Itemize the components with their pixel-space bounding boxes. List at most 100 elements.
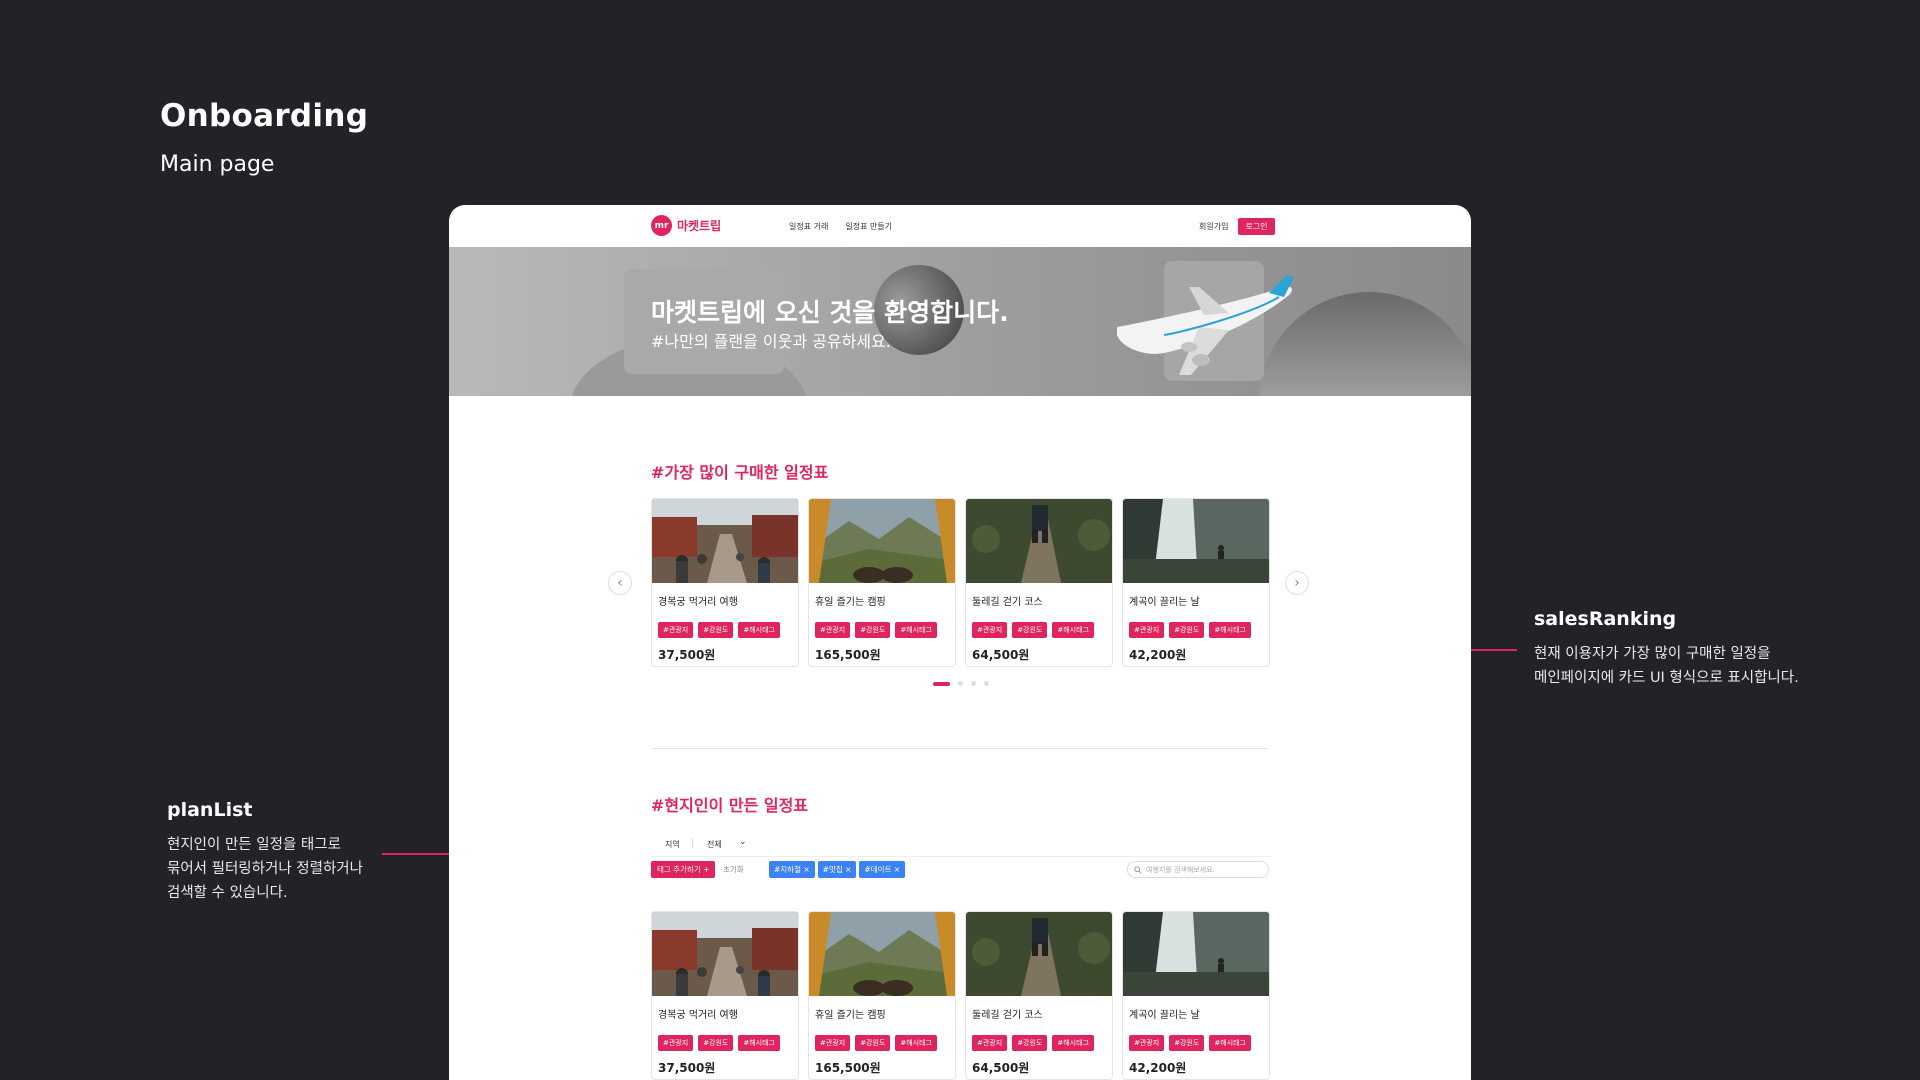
annotation-title: planList <box>167 799 253 821</box>
carousel-next-button[interactable]: › <box>1285 571 1309 595</box>
trail-photo <box>966 912 1112 996</box>
tag-badge[interactable]: #강원도 <box>698 1035 734 1051</box>
tag-badge[interactable]: #해시태그 <box>738 622 781 638</box>
tag-list: #관광지 #강원도 #해시태그 <box>658 1035 798 1051</box>
add-tag-button[interactable]: 태그 추가하기 + <box>651 861 716 878</box>
hero-title: 마켓트립에 오신 것을 환영합니다. <box>651 298 1009 327</box>
plan-card[interactable]: 계곡이 끌리는 날 #관광지 #강원도 #해시태그 42,200원 <box>1122 911 1270 1080</box>
tag-list: #관광지 #강원도 #해시태그 <box>815 622 955 638</box>
tag-chip[interactable]: #맛집 × <box>817 861 857 878</box>
airplane-illustration <box>1117 275 1294 375</box>
chevron-down-icon[interactable]: ⌄ <box>739 837 747 847</box>
plan-card[interactable]: 휴일 즐기는 캠핑 #관광지 #강원도 #해시태그 165,500원 <box>808 911 956 1080</box>
main-nav: 일정표 거래 일정표 만들기 <box>789 221 892 232</box>
tag-badge[interactable]: #해시태그 <box>895 1035 938 1051</box>
tag-badge[interactable]: #해시태그 <box>1209 622 1252 638</box>
tag-badge[interactable]: #강원도 <box>1169 622 1205 638</box>
card-title: 경복궁 먹거리 여행 <box>658 1010 738 1021</box>
annotation-description: 현재 이용자가 가장 많이 구매한 일정을 메인페이지에 카드 UI 형식으로 … <box>1534 646 1799 686</box>
card-price: 37,500원 <box>658 1061 716 1075</box>
tag-badge[interactable]: #강원도 <box>1012 622 1048 638</box>
card-price: 165,500원 <box>815 648 881 662</box>
tag-badge[interactable]: #해시태그 <box>1052 1035 1095 1051</box>
site-logo[interactable]: mr 마켓트립 <box>651 215 721 236</box>
tag-list: #관광지 #강원도 #해시태그 <box>1129 622 1269 638</box>
search-icon <box>1134 865 1142 874</box>
pagination-dot[interactable] <box>971 681 976 686</box>
tag-badge[interactable]: #강원도 <box>1169 1035 1205 1051</box>
card-title: 계곡이 끌리는 날 <box>1129 597 1200 608</box>
ranking-section-title: #가장 많이 구매한 일정표 <box>651 463 829 482</box>
tag-badge[interactable]: #관광지 <box>972 622 1008 638</box>
camping-photo <box>809 499 955 583</box>
annotation-description: 현지인이 만든 일정을 태그로 묶어서 필터링하거나 정렬하거나 검색할 수 있… <box>167 837 363 901</box>
tag-badge[interactable]: #강원도 <box>855 1035 891 1051</box>
card-price: 37,500원 <box>658 648 716 662</box>
card-title: 휴일 즐기는 캠핑 <box>815 597 886 608</box>
waterfall-photo <box>1123 499 1269 583</box>
tag-list: #관광지 #강원도 #해시태그 <box>972 1035 1112 1051</box>
tag-badge[interactable]: #관광지 <box>658 622 694 638</box>
card-price: 165,500원 <box>815 1061 881 1075</box>
tag-badge[interactable]: #관광지 <box>1129 622 1165 638</box>
carousel-prev-button[interactable]: ‹ <box>608 571 632 595</box>
annotation-sales-ranking: salesRanking 현재 이용자가 가장 많이 구매한 일정을 메인페이지… <box>1534 608 1799 690</box>
tag-badge[interactable]: #해시태그 <box>1052 622 1095 638</box>
market-photo <box>652 499 798 583</box>
card-price: 42,200원 <box>1129 648 1187 662</box>
annotation-plan-list: planList 현지인이 만든 일정을 태그로 묶어서 필터링하거나 정렬하거… <box>167 799 363 905</box>
tag-badge[interactable]: #관광지 <box>815 1035 851 1051</box>
pagination-dot-active[interactable] <box>933 681 950 686</box>
tag-badge[interactable]: #해시태그 <box>895 622 938 638</box>
search-input[interactable]: 여행지를 검색해보세요. <box>1127 861 1269 878</box>
pagination-dot[interactable] <box>958 681 963 686</box>
trail-photo <box>966 499 1112 583</box>
region-filter-label: 지역 <box>665 840 680 849</box>
camping-photo <box>809 912 955 996</box>
ranking-card-list: 경복궁 먹거리 여행 #관광지 #강원도 #해시태그 37,500원 휴일 즐기… <box>651 498 1270 667</box>
hero-banner: 마켓트립에 오신 것을 환영합니다. #나만의 플랜을 이웃과 공유하세요. <box>449 247 1471 396</box>
waterfall-photo <box>1123 912 1269 996</box>
nav-link-trade[interactable]: 일정표 거래 <box>789 221 828 232</box>
tag-badge[interactable]: #해시태그 <box>1209 1035 1252 1051</box>
carousel-pagination <box>933 681 989 686</box>
tag-chip[interactable]: #지하철 × <box>769 861 815 878</box>
tag-badge[interactable]: #강원도 <box>698 622 734 638</box>
tag-badge[interactable]: #관광지 <box>658 1035 694 1051</box>
nav-link-create[interactable]: 일정표 만들기 <box>845 221 892 232</box>
plan-card[interactable]: 계곡이 끌리는 날 #관광지 #강원도 #해시태그 42,200원 <box>1122 498 1270 667</box>
card-price: 64,500원 <box>972 1061 1030 1075</box>
card-title: 둘레길 걷기 코스 <box>972 597 1043 608</box>
reset-filter-button[interactable]: 초기화 <box>723 864 744 875</box>
website-mockup: mr 마켓트립 일정표 거래 일정표 만들기 회원가입 로그인 마켓트립에 오신… <box>449 205 1471 1080</box>
signup-link[interactable]: 회원가입 <box>1199 221 1228 232</box>
tag-badge[interactable]: #관광지 <box>815 622 851 638</box>
card-title: 계곡이 끌리는 날 <box>1129 1010 1200 1021</box>
hero-subtitle: #나만의 플랜을 이웃과 공유하세요. <box>651 332 891 351</box>
plan-card[interactable]: 둘레길 걷기 코스 #관광지 #강원도 #해시태그 64,500원 <box>965 911 1113 1080</box>
tag-badge[interactable]: #해시태그 <box>738 1035 781 1051</box>
tag-badge[interactable]: #관광지 <box>972 1035 1008 1051</box>
plan-card[interactable]: 경복궁 먹거리 여행 #관광지 #강원도 #해시태그 37,500원 <box>651 498 799 667</box>
card-price: 42,200원 <box>1129 1061 1187 1075</box>
plan-card[interactable]: 휴일 즐기는 캠핑 #관광지 #강원도 #해시태그 165,500원 <box>808 498 956 667</box>
tag-badge[interactable]: #관광지 <box>1129 1035 1165 1051</box>
market-photo <box>652 912 798 996</box>
chevron-right-icon: › <box>1294 575 1300 591</box>
presentation-title: Onboarding <box>160 98 369 134</box>
region-select[interactable]: 전체 <box>707 839 722 850</box>
card-title: 경복궁 먹거리 여행 <box>658 597 738 608</box>
card-title: 휴일 즐기는 캠핑 <box>815 1010 886 1021</box>
card-title: 둘레길 걷기 코스 <box>972 1010 1043 1021</box>
tag-chip[interactable]: #데이트 × <box>859 861 906 878</box>
presentation-subtitle: Main page <box>160 152 275 177</box>
chevron-left-icon: ‹ <box>617 575 623 591</box>
auth-nav: 회원가입 로그인 <box>1199 218 1275 235</box>
tag-badge[interactable]: #강원도 <box>1012 1035 1048 1051</box>
tag-list: #관광지 #강원도 #해시태그 <box>1129 1035 1269 1051</box>
plan-card[interactable]: 경복궁 먹거리 여행 #관광지 #강원도 #해시태그 37,500원 <box>651 911 799 1080</box>
pagination-dot[interactable] <box>984 681 989 686</box>
tag-badge[interactable]: #강원도 <box>855 622 891 638</box>
plan-card[interactable]: 둘레길 걷기 코스 #관광지 #강원도 #해시태그 64,500원 <box>965 498 1113 667</box>
login-button[interactable]: 로그인 <box>1238 218 1275 235</box>
